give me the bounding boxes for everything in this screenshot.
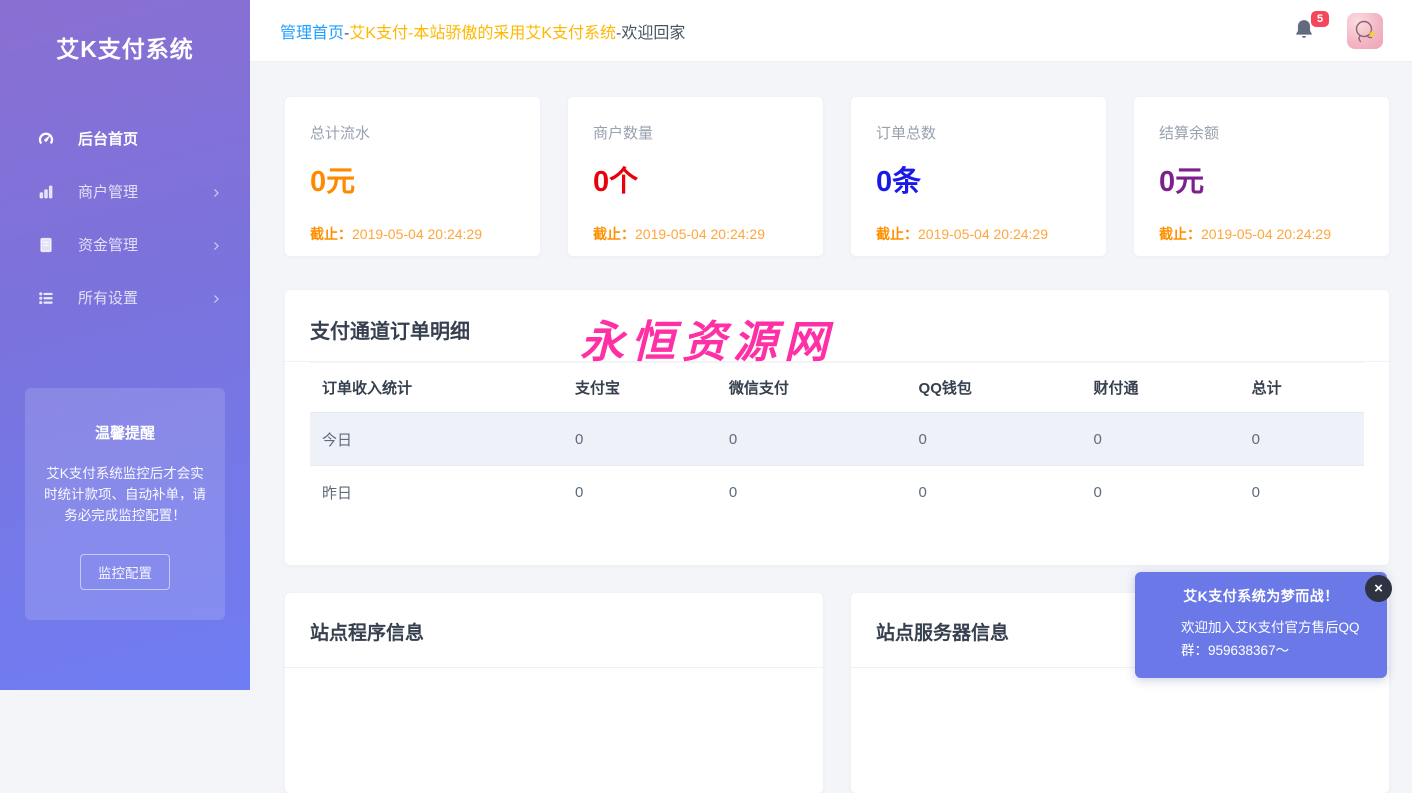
document-icon (36, 235, 56, 255)
sidebar-item-settings[interactable]: 所有设置 (0, 271, 250, 324)
popup-body: 欢迎加入艾K支付官方售后QQ 群：959638367～ (1155, 616, 1367, 662)
sidebar-item-label: 资金管理 (78, 234, 210, 255)
stat-label: 商户数量 (593, 122, 798, 143)
reminder-box: 温馨提醒 艾K支付系统监控后才会实时统计款项、自动补单，请务必完成监控配置！ 监… (25, 388, 225, 620)
panel-title: 支付通道订单明细 (285, 290, 1389, 362)
app-title: 艾K支付系统 (0, 0, 250, 64)
popup-title: 艾K支付系统为梦而战！ (1155, 586, 1367, 606)
cell-value: 0 (563, 466, 717, 519)
stat-card-total-flow: 总计流水 0元 截止：2019-05-04 20:24:29 (285, 97, 540, 256)
stat-value: 0个 (593, 158, 798, 200)
stat-value: 0条 (876, 158, 1081, 200)
stat-card-settlement-balance: 结算余额 0元 截止：2019-05-04 20:24:29 (1134, 97, 1389, 256)
stat-date: 截止：2019-05-04 20:24:29 (310, 224, 515, 244)
notifications-bell-icon[interactable]: 5 (1293, 17, 1317, 45)
cell-value: 0 (1082, 466, 1240, 519)
stat-value: 0元 (310, 158, 515, 200)
notification-count-badge: 5 (1311, 11, 1329, 27)
stat-card-order-count: 订单总数 0条 截止：2019-05-04 20:24:29 (851, 97, 1106, 256)
cell-value: 0 (1240, 413, 1364, 466)
row-label: 今日 (310, 413, 563, 466)
stat-date: 截止：2019-05-04 20:24:29 (1159, 224, 1364, 244)
col-header: 总计 (1240, 363, 1364, 413)
chevron-right-icon (210, 292, 222, 304)
sidebar: 艾K支付系统 后台首页 商户管理 资金管理 (0, 0, 250, 690)
reminder-title: 温馨提醒 (43, 422, 207, 443)
cell-value: 0 (907, 466, 1082, 519)
payment-channel-orders-panel: 永恒资源网 支付通道订单明细 订单收入统计 支付宝 微信支付 QQ钱包 财付通 … (285, 290, 1389, 565)
chevron-right-icon (210, 186, 222, 198)
cell-value: 0 (717, 413, 907, 466)
breadcrumb: 管理首页-艾K支付-本站骄傲的采用艾K支付系统-欢迎回家 (280, 19, 1293, 43)
cell-value: 0 (563, 413, 717, 466)
popup-close-icon[interactable]: × (1365, 575, 1392, 602)
site-program-info-panel: 站点程序信息 (285, 593, 823, 793)
stat-label: 总计流水 (310, 122, 515, 143)
breadcrumb-welcome: -欢迎回家 (616, 25, 685, 42)
list-icon (36, 288, 56, 308)
breadcrumb-home-link[interactable]: 管理首页 (280, 25, 344, 42)
sidebar-item-label: 商户管理 (78, 181, 210, 202)
header-actions: 5 (1293, 13, 1383, 49)
breadcrumb-site-slogan: 艾K支付-本站骄傲的采用艾K支付系统 (349, 25, 616, 42)
table-row-today: 今日 0 0 0 0 0 (310, 413, 1364, 466)
chevron-right-icon (210, 239, 222, 251)
stat-date: 截止：2019-05-04 20:24:29 (876, 224, 1081, 244)
col-header: 订单收入统计 (310, 363, 563, 413)
cell-value: 0 (1240, 466, 1364, 519)
col-header: 微信支付 (717, 363, 907, 413)
table-header-row: 订单收入统计 支付宝 微信支付 QQ钱包 财付通 总计 (310, 363, 1364, 413)
col-header: QQ钱包 (907, 363, 1082, 413)
bar-chart-icon (36, 182, 56, 202)
cell-value: 0 (717, 466, 907, 519)
qq-group-popup: 艾K支付系统为梦而战！ 欢迎加入艾K支付官方售后QQ 群：959638367～ (1135, 572, 1387, 678)
sidebar-item-label: 所有设置 (78, 287, 210, 308)
top-header: 管理首页-艾K支付-本站骄傲的采用艾K支付系统-欢迎回家 5 (250, 0, 1412, 62)
stat-label: 订单总数 (876, 122, 1081, 143)
panel-title: 站点程序信息 (285, 593, 823, 668)
stat-date: 截止：2019-05-04 20:24:29 (593, 224, 798, 244)
col-header: 支付宝 (563, 363, 717, 413)
sidebar-menu: 后台首页 商户管理 资金管理 所有设置 (0, 112, 250, 324)
stat-value: 0元 (1159, 158, 1364, 200)
sidebar-item-dashboard[interactable]: 后台首页 (0, 112, 250, 165)
stat-card-merchant-count: 商户数量 0个 截止：2019-05-04 20:24:29 (568, 97, 823, 256)
cell-value: 0 (1082, 413, 1240, 466)
order-income-table: 订单收入统计 支付宝 微信支付 QQ钱包 财付通 总计 今日 0 0 0 0 0 (310, 362, 1364, 519)
stats-row: 总计流水 0元 截止：2019-05-04 20:24:29 商户数量 0个 截… (285, 97, 1389, 256)
table-row-yesterday: 昨日 0 0 0 0 0 (310, 466, 1364, 519)
dashboard-icon (36, 129, 56, 149)
row-label: 昨日 (310, 466, 563, 519)
sidebar-item-merchants[interactable]: 商户管理 (0, 165, 250, 218)
stat-label: 结算余额 (1159, 122, 1364, 143)
sidebar-item-funds[interactable]: 资金管理 (0, 218, 250, 271)
col-header: 财付通 (1082, 363, 1240, 413)
user-avatar[interactable] (1347, 13, 1383, 49)
sidebar-item-label: 后台首页 (78, 128, 222, 149)
reminder-body: 艾K支付系统监控后才会实时统计款项、自动补单，请务必完成监控配置！ (43, 463, 207, 526)
monitor-config-button[interactable]: 监控配置 (80, 554, 170, 590)
cell-value: 0 (907, 413, 1082, 466)
